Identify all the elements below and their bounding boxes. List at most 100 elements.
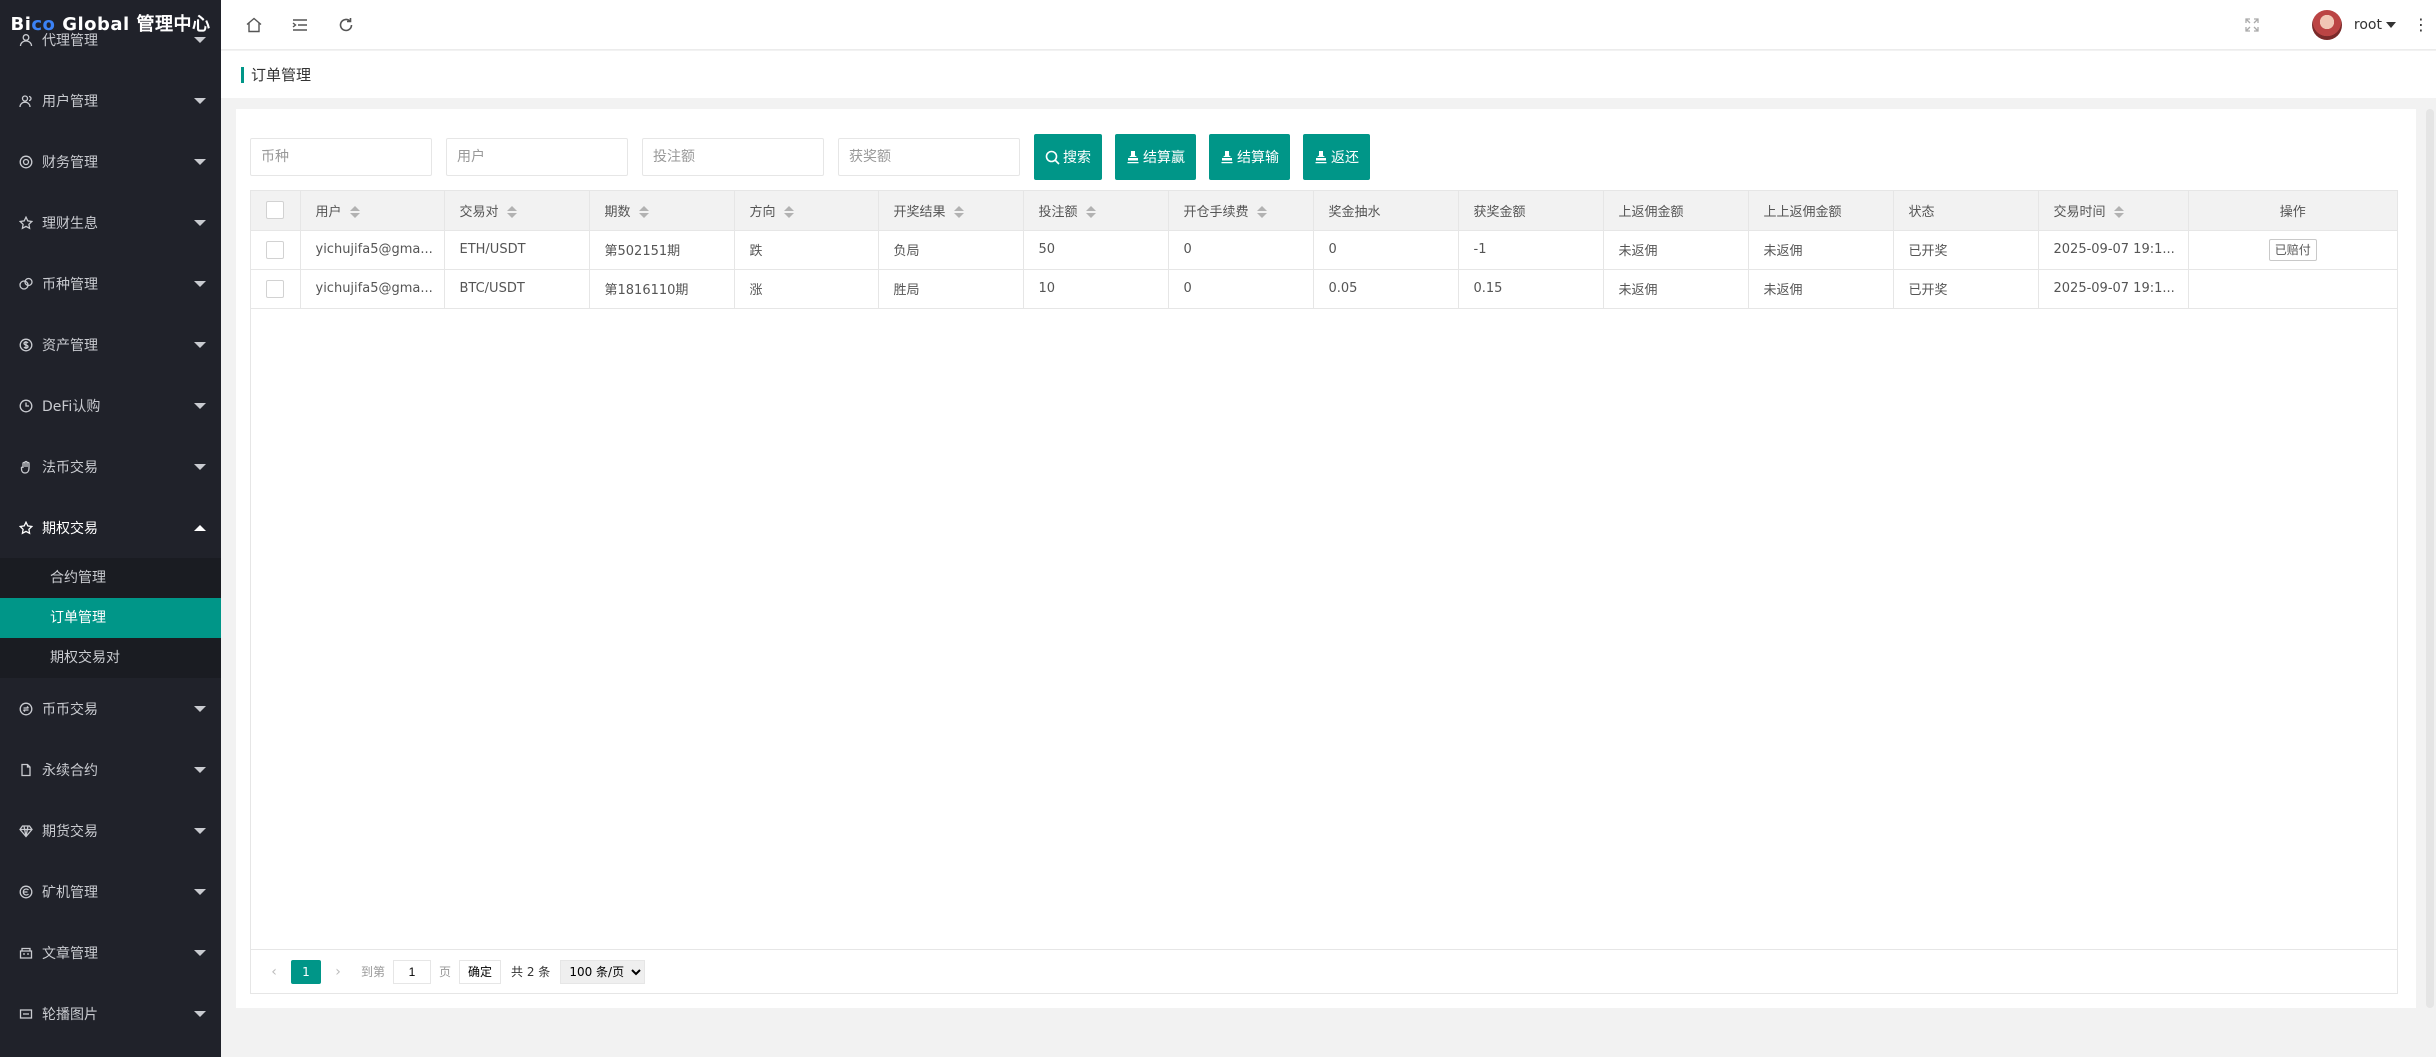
- win-filter-input[interactable]: [838, 138, 1020, 176]
- table-row: yichujifa5@gma... BTC/USDT 第1816110期 涨 胜…: [251, 269, 2397, 309]
- goto-page-input[interactable]: [393, 959, 432, 984]
- star-icon: [18, 520, 34, 536]
- goto-confirm-button[interactable]: 确定: [459, 959, 502, 984]
- col-header-user[interactable]: 用户: [300, 191, 445, 231]
- page-number-current[interactable]: 1: [291, 959, 321, 984]
- sidebar-item-agent[interactable]: 代理管理: [0, 30, 221, 50]
- coin-icon: [18, 276, 34, 292]
- sidebar-item-wealth[interactable]: 理财生息: [0, 192, 221, 253]
- user-filter-input[interactable]: [446, 138, 628, 176]
- sidebar-item-label: 币币交易: [42, 701, 98, 718]
- breadcrumb: 订单管理: [221, 51, 2436, 98]
- sort-icon[interactable]: [349, 206, 360, 219]
- sidebar-item-perpetual[interactable]: 永续合约: [0, 739, 221, 800]
- sort-icon[interactable]: [1256, 206, 1267, 219]
- col-header-period[interactable]: 期数: [589, 191, 735, 231]
- sidebar-item-label: 法币交易: [42, 459, 98, 476]
- cell-fee: 0: [1168, 269, 1314, 309]
- cell-actions: [2188, 269, 2397, 309]
- sidebar-item-defi[interactable]: DeFi认购: [0, 375, 221, 436]
- return-button[interactable]: 返还: [1303, 134, 1370, 180]
- col-header-direction[interactable]: 方向: [734, 191, 879, 231]
- sidebar-subitem-option-pairs[interactable]: 期权交易对: [0, 638, 221, 678]
- sidebar-item-label: 期权交易: [42, 520, 98, 537]
- cell-win: 0.15: [1458, 269, 1604, 309]
- col-header-result[interactable]: 开奖结果: [878, 191, 1024, 231]
- col-header-pair[interactable]: 交易对: [444, 191, 590, 231]
- sidebar-item-options[interactable]: 期权交易: [0, 497, 221, 558]
- home-icon[interactable]: [231, 0, 277, 50]
- username: root: [2353, 16, 2382, 33]
- sidebar-item-label: 轮播图片: [42, 1006, 98, 1023]
- settle-win-button[interactable]: 结算赢: [1115, 134, 1196, 180]
- settle-lose-button[interactable]: 结算输: [1209, 134, 1290, 180]
- cell-commission: 0.05: [1313, 269, 1459, 309]
- goto-label: 到第: [361, 965, 386, 979]
- sort-icon[interactable]: [1085, 206, 1096, 219]
- col-header-time[interactable]: 交易时间: [2038, 191, 2189, 231]
- main-panel: 搜索 结算赢 结算输 返还 用户 交易对 期数: [236, 109, 2416, 1008]
- paid-button[interactable]: 已赔付: [2268, 238, 2317, 261]
- sort-icon[interactable]: [506, 206, 517, 219]
- refresh-icon[interactable]: [323, 0, 369, 50]
- prev-page-icon[interactable]: ‹: [263, 964, 285, 980]
- sidebar-item-finance[interactable]: 财务管理: [0, 131, 221, 192]
- scrollbar-thumb[interactable]: [2426, 109, 2434, 1008]
- orders-table: 用户 交易对 期数 方向 开奖结果 投注额 开仓手续费 奖金抽水 获奖金额 上返…: [251, 191, 2397, 309]
- bet-filter-input[interactable]: [642, 138, 824, 176]
- sidebar-menu: 代理管理 用户管理 财务管理 理财生息 币种管理 资产管理 DeFi认购 法币交…: [0, 33, 221, 1044]
- cell-rebate1: 未返佣: [1603, 269, 1749, 309]
- sidebar-item-carousel[interactable]: 轮播图片: [0, 983, 221, 1044]
- col-header-fee[interactable]: 开仓手续费: [1168, 191, 1314, 231]
- menu-toggle-icon[interactable]: [277, 0, 323, 50]
- cell-bet: 10: [1023, 269, 1169, 309]
- cell-period: 第502151期: [589, 230, 735, 270]
- fullscreen-icon[interactable]: [2232, 17, 2272, 32]
- sidebar-item-assets[interactable]: 资产管理: [0, 314, 221, 375]
- currency-filter-input[interactable]: [250, 138, 432, 176]
- sidebar-item-mining[interactable]: 矿机管理: [0, 861, 221, 922]
- chevron-down-icon: [194, 949, 206, 956]
- chevron-down-icon: [194, 463, 206, 470]
- page-title: 订单管理: [251, 66, 312, 84]
- image-icon: [18, 1006, 34, 1022]
- row-checkbox[interactable]: [266, 240, 285, 259]
- next-page-icon[interactable]: ›: [327, 964, 349, 980]
- select-all-checkbox[interactable]: [266, 201, 285, 220]
- row-checkbox[interactable]: [266, 279, 285, 298]
- cell-actions: 已赔付: [2188, 230, 2397, 270]
- exchange-icon: [18, 701, 34, 717]
- chevron-down-icon: [194, 1010, 206, 1017]
- sidebar-item-fiat[interactable]: 法币交易: [0, 436, 221, 497]
- page-size-select[interactable]: 100 条/页: [560, 959, 646, 984]
- cell-pair: ETH/USDT: [444, 230, 590, 270]
- col-header-label: 投注额: [1038, 204, 1078, 220]
- document-icon: [18, 762, 34, 778]
- header-right: root ⋮: [2232, 0, 2436, 50]
- more-vertical-icon[interactable]: ⋮: [2406, 15, 2436, 34]
- sidebar-item-label: 币种管理: [42, 276, 98, 293]
- sidebar-item-currency[interactable]: 币种管理: [0, 253, 221, 314]
- sort-icon[interactable]: [953, 206, 964, 219]
- article-icon: [18, 945, 34, 961]
- hand-icon: [18, 459, 34, 475]
- sidebar-item-users[interactable]: 用户管理: [0, 70, 221, 131]
- col-header-label: 交易时间: [2053, 204, 2106, 220]
- col-header-bet[interactable]: 投注额: [1023, 191, 1169, 231]
- sidebar-item-futures[interactable]: 期货交易: [0, 800, 221, 861]
- sort-icon[interactable]: [783, 206, 794, 219]
- chevron-down-icon: [2386, 21, 2396, 28]
- search-button[interactable]: 搜索: [1034, 134, 1102, 180]
- sidebar-subitem-contracts[interactable]: 合约管理: [0, 558, 221, 598]
- sidebar-item-label: 财务管理: [42, 154, 98, 171]
- sort-icon[interactable]: [2113, 206, 2124, 219]
- sidebar-subitem-orders[interactable]: 订单管理: [0, 598, 221, 638]
- user-menu[interactable]: root: [2311, 9, 2396, 40]
- col-header-status: 状态: [1893, 191, 2039, 231]
- sidebar-item-articles[interactable]: 文章管理: [0, 922, 221, 983]
- chevron-down-icon: [194, 766, 206, 773]
- sort-icon[interactable]: [638, 206, 649, 219]
- col-header-win: 获奖金额: [1458, 191, 1604, 231]
- sidebar-item-spot[interactable]: 币币交易: [0, 678, 221, 739]
- sidebar-item-label: 期货交易: [42, 823, 98, 840]
